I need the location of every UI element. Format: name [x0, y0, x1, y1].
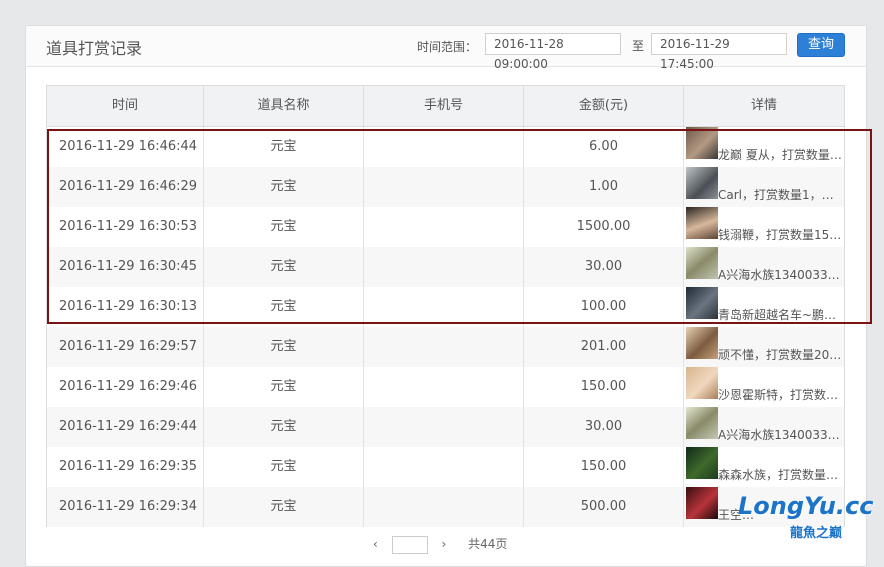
table-row: 2016-11-29 16:30:45 元宝 30.00 A兴海水族134003… [47, 247, 844, 287]
cell-item: 元宝 [204, 447, 364, 487]
cell-phone [364, 287, 524, 327]
panel-title: 道具打赏记录 [46, 39, 143, 58]
detail-text: A兴海水族13400337… [718, 428, 842, 442]
pagination: ‹ › 共44页 [373, 535, 507, 554]
table-row: 2016-11-29 16:29:35 元宝 150.00 森森水族，打赏数量1… [47, 447, 844, 487]
cell-amount: 6.00 [524, 127, 684, 167]
cell-time: 2016-11-29 16:29:44 [47, 407, 204, 447]
cell-time: 2016-11-29 16:29:35 [47, 447, 204, 487]
table-row: 2016-11-29 16:46:44 元宝 6.00 龙巅 夏从，打赏数量… [47, 127, 844, 167]
cell-phone [364, 407, 524, 447]
cell-phone [364, 167, 524, 207]
detail-text: 龙巅 夏从，打赏数量… [718, 148, 842, 162]
header-amount: 金额(元) [524, 86, 684, 126]
page-number-input[interactable] [391, 535, 428, 554]
cell-time: 2016-11-29 16:29:46 [47, 367, 204, 407]
cell-phone [364, 207, 524, 247]
cell-item: 元宝 [204, 287, 364, 327]
detail-text: 青岛新超越名车~鹏… [718, 308, 837, 322]
cell-detail[interactable]: A兴海水族13400337… [684, 407, 844, 447]
cell-amount: 1.00 [524, 167, 684, 207]
header-time: 时间 [47, 86, 204, 126]
detail-text: Carl，打赏数量1，总… [718, 188, 842, 202]
cell-time: 2016-11-29 16:46:44 [47, 127, 204, 167]
reward-records-panel: 道具打赏记录 时间范围： 2016-11-28 09:00:00 至 2016-… [25, 25, 867, 567]
watermark-logo-text: LongYu.cc [738, 492, 874, 520]
cell-item: 元宝 [204, 167, 364, 207]
cell-item: 元宝 [204, 327, 364, 367]
cell-amount: 500.00 [524, 487, 684, 527]
total-pages-label: 共44页 [468, 537, 508, 551]
cell-phone [364, 447, 524, 487]
avatar [686, 447, 718, 479]
header-detail: 详情 [750, 98, 777, 113]
cell-item: 元宝 [204, 407, 364, 447]
watermark-sub-text: 龍魚之巅 [790, 526, 843, 541]
avatar [686, 367, 718, 399]
avatar [686, 167, 718, 199]
table-row: 2016-11-29 16:30:53 元宝 1500.00 钱溺鞭，打赏数量1… [47, 207, 844, 247]
watermark-logo: LongYu.cc 龍魚之巅 [700, 488, 880, 541]
cell-time: 2016-11-29 16:30:45 [47, 247, 204, 287]
cell-phone [364, 247, 524, 287]
prev-page-button[interactable]: ‹ [373, 537, 378, 551]
detail-text: 钱溺鞭，打赏数量15… [718, 228, 842, 242]
table-row: 2016-11-29 16:29:46 元宝 150.00 沙恩霍斯特，打赏数… [47, 367, 844, 407]
table-row: 2016-11-29 16:30:13 元宝 100.00 青岛新超越名车~鹏… [47, 287, 844, 327]
cell-detail[interactable]: 顽不懂，打赏数量20… [684, 327, 844, 367]
cell-amount: 30.00 [524, 247, 684, 287]
cell-item: 元宝 [204, 207, 364, 247]
cell-phone [364, 127, 524, 167]
cell-detail[interactable]: 龙巅 夏从，打赏数量… [684, 127, 844, 167]
panel-header: 道具打赏记录 时间范围： 2016-11-28 09:00:00 至 2016-… [26, 26, 866, 71]
cell-phone [364, 367, 524, 407]
cell-amount: 100.00 [524, 287, 684, 327]
header-item-name: 道具名称 [204, 86, 364, 126]
avatar [686, 327, 718, 359]
cell-amount: 201.00 [524, 327, 684, 367]
cell-amount: 1500.00 [524, 207, 684, 247]
detail-text: 沙恩霍斯特，打赏数… [718, 388, 839, 402]
cell-item: 元宝 [204, 247, 364, 287]
end-date-input[interactable]: 2016-11-29 17:45:00 [651, 33, 787, 71]
time-range-label: 时间范围： [417, 40, 478, 54]
cell-item: 元宝 [204, 487, 364, 527]
cell-phone [364, 487, 524, 527]
cell-detail[interactable]: A兴海水族13400337… [684, 247, 844, 287]
start-date-input[interactable]: 2016-11-28 09:00:00 [485, 33, 621, 71]
cell-detail[interactable]: 沙恩霍斯特，打赏数… [684, 367, 844, 407]
header-phone: 手机号 [364, 86, 524, 126]
table-row: 2016-11-29 16:29:57 元宝 201.00 顽不懂，打赏数量20… [47, 327, 844, 367]
table-row: 2016-11-29 16:29:44 元宝 30.00 A兴海水族134003… [47, 407, 844, 447]
next-page-button[interactable]: › [441, 537, 446, 551]
cell-time: 2016-11-29 16:30:13 [47, 287, 204, 327]
cell-item: 元宝 [204, 367, 364, 407]
avatar [686, 207, 718, 239]
cell-detail[interactable]: 青岛新超越名车~鹏… [684, 287, 844, 327]
cell-time: 2016-11-29 16:29:57 [47, 327, 204, 367]
avatar [686, 247, 718, 279]
detail-text: 森森水族，打赏数量1… [718, 468, 842, 482]
cell-detail[interactable]: 森森水族，打赏数量1… [684, 447, 844, 487]
records-table: 时间 道具名称 手机号 金额(元) 详情 2016-11-29 16:46:44… [46, 85, 845, 527]
detail-text: 顽不懂，打赏数量20… [718, 348, 842, 362]
cell-detail[interactable]: 钱溺鞭，打赏数量15… [684, 207, 844, 247]
cell-time: 2016-11-29 16:29:34 [47, 487, 204, 527]
avatar [686, 127, 718, 159]
cell-amount: 150.00 [524, 447, 684, 487]
avatar [686, 287, 718, 319]
table-header: 时间 道具名称 手机号 金额(元) 详情 [47, 86, 844, 127]
cell-time: 2016-11-29 16:46:29 [47, 167, 204, 207]
cell-time: 2016-11-29 16:30:53 [47, 207, 204, 247]
to-label: 至 [632, 39, 645, 53]
cell-amount: 150.00 [524, 367, 684, 407]
cell-detail[interactable]: Carl，打赏数量1，总… [684, 167, 844, 207]
cell-phone [364, 327, 524, 367]
table-row: 2016-11-29 16:46:29 元宝 1.00 Carl，打赏数量1，总… [47, 167, 844, 207]
query-button[interactable]: 查询 [797, 33, 845, 57]
cell-item: 元宝 [204, 127, 364, 167]
avatar [686, 407, 718, 439]
detail-text: A兴海水族13400337… [718, 268, 842, 282]
cell-amount: 30.00 [524, 407, 684, 447]
